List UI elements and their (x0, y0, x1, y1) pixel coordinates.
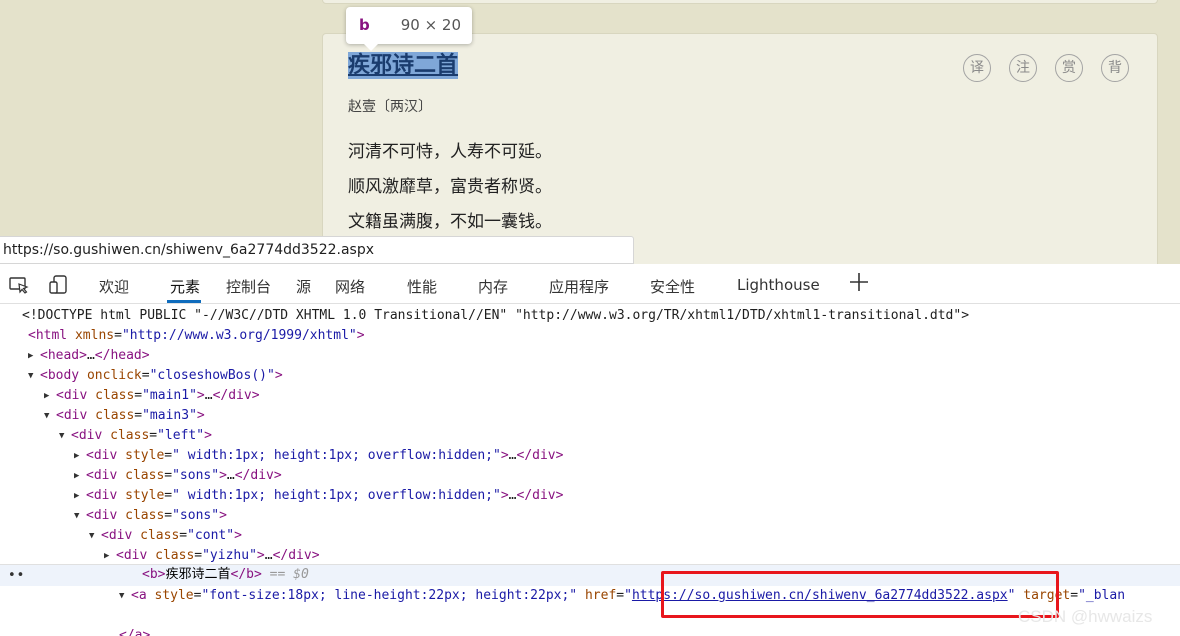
translate-button[interactable]: 译 (963, 54, 991, 82)
active-tab-indicator (167, 300, 201, 303)
annotation-highlight-box (661, 571, 1059, 618)
collapse-arrow-icon[interactable]: ▼ (89, 526, 101, 546)
appreciate-button[interactable]: 赏 (1055, 54, 1083, 82)
dom-node-b[interactable]: <b>疾邪诗二首</b> == $0 (142, 565, 309, 585)
tooltip-size: 90 × 20 (400, 16, 461, 34)
selected-node-text: 疾邪诗二首 (165, 567, 231, 582)
tab-application[interactable]: 应用程序 (549, 276, 609, 297)
tab-lighthouse[interactable]: Lighthouse (737, 276, 820, 294)
dom-node-left[interactable]: ▼ <div class="left"> (59, 426, 212, 446)
inspect-tooltip: b 90 × 20 (346, 7, 472, 51)
collapse-arrow-icon[interactable]: ▼ (74, 506, 86, 526)
dom-node-head[interactable]: ▶ <head>…</head> (28, 346, 150, 366)
dom-node-main3[interactable]: ▼ <div class="main3"> (44, 406, 205, 426)
dom-node-html[interactable]: <html xmlns="http://www.w3.org/1999/xhtm… (28, 326, 365, 346)
dom-node-doctype[interactable]: <!DOCTYPE html PUBLIC "-//W3C//DTD XHTML… (22, 306, 969, 326)
poem-title-link[interactable]: 疾邪诗二首 (348, 52, 459, 79)
poem-line: 河清不可恃，人寿不可延。 (348, 142, 552, 162)
dom-node-sons[interactable]: ▶ <div class="sons">…</div> (74, 466, 282, 486)
link-status-bar: https://so.gushiwen.cn/shiwenv_6a2774dd3… (0, 236, 634, 264)
annotate-button[interactable]: 注 (1009, 54, 1037, 82)
dom-node-hidden-div[interactable]: ▶ <div style=" width:1px; height:1px; ove… (74, 486, 563, 506)
dom-node-yizhu[interactable]: ▶ <div class="yizhu">…</div> (104, 546, 320, 566)
dom-node-sons-open[interactable]: ▼ <div class="sons"> (74, 506, 227, 526)
tab-network[interactable]: 网络 (335, 276, 365, 297)
add-tab-icon[interactable] (849, 272, 869, 292)
devtools-toolbar: 欢迎 元素 控制台 源 网络 性能 内存 应用程序 安全性 Lighthouse (0, 264, 1180, 304)
previous-card (322, 0, 1158, 4)
tab-elements[interactable]: 元素 (170, 276, 200, 297)
collapse-arrow-icon[interactable]: ▼ (28, 366, 40, 386)
expand-arrow-icon[interactable]: ▶ (104, 546, 116, 566)
poem-card: 疾邪诗二首 赵壹〔两汉〕 河清不可恃，人寿不可延。 顺风激靡草，富贵者称贤。 文… (322, 33, 1158, 264)
device-emulation-icon[interactable] (48, 274, 70, 296)
more-actions-icon[interactable]: •• (8, 568, 25, 583)
watermark: CSDN @hwwaizs (1018, 607, 1153, 626)
expand-arrow-icon[interactable]: ▶ (74, 486, 86, 506)
expand-arrow-icon[interactable]: ▶ (74, 466, 86, 486)
poem-line: 顺风激靡草，富贵者称贤。 (348, 177, 552, 197)
dom-node-hidden-div[interactable]: ▶ <div style=" width:1px; height:1px; ove… (74, 446, 563, 466)
tab-sources[interactable]: 源 (296, 276, 311, 297)
expand-arrow-icon[interactable]: ▶ (28, 346, 40, 366)
page-viewport: 疾邪诗二首 赵壹〔两汉〕 河清不可恃，人寿不可延。 顺风激靡草，富贵者称贤。 文… (0, 0, 1180, 264)
tooltip-tag: b (359, 16, 370, 34)
dom-node-main1[interactable]: ▶ <div class="main1">…</div> (44, 386, 260, 406)
tab-security[interactable]: 安全性 (650, 276, 695, 297)
tab-welcome[interactable]: 欢迎 (99, 276, 129, 297)
collapse-arrow-icon[interactable]: ▼ (44, 406, 56, 426)
dom-node-cont[interactable]: ▼ <div class="cont"> (89, 526, 242, 546)
dom-node-body[interactable]: ▼ <body onclick="closeshowBos()"> (28, 366, 283, 386)
expand-arrow-icon[interactable]: ▶ (44, 386, 56, 406)
tab-performance[interactable]: 性能 (407, 276, 437, 297)
expand-arrow-icon[interactable]: ▶ (74, 446, 86, 466)
collapse-arrow-icon[interactable]: ▼ (119, 586, 131, 606)
collapse-arrow-icon[interactable]: ▼ (59, 426, 71, 446)
tab-memory[interactable]: 内存 (478, 276, 508, 297)
poem-lines: 河清不可恃，人寿不可延。 顺风激靡草，富贵者称贤。 文籍虽满腹，不如一囊钱。 (348, 138, 552, 243)
dom-node-anchor-close[interactable]: </a> (119, 626, 150, 636)
selected-marker: == $0 (269, 567, 309, 582)
recite-button[interactable]: 背 (1101, 54, 1129, 82)
dom-tree: <!DOCTYPE html PUBLIC "-//W3C//DTD XHTML… (0, 306, 1180, 636)
poem-author: 赵壹〔两汉〕 (348, 99, 432, 115)
inspect-element-icon[interactable] (8, 274, 30, 296)
tab-console[interactable]: 控制台 (226, 276, 271, 297)
